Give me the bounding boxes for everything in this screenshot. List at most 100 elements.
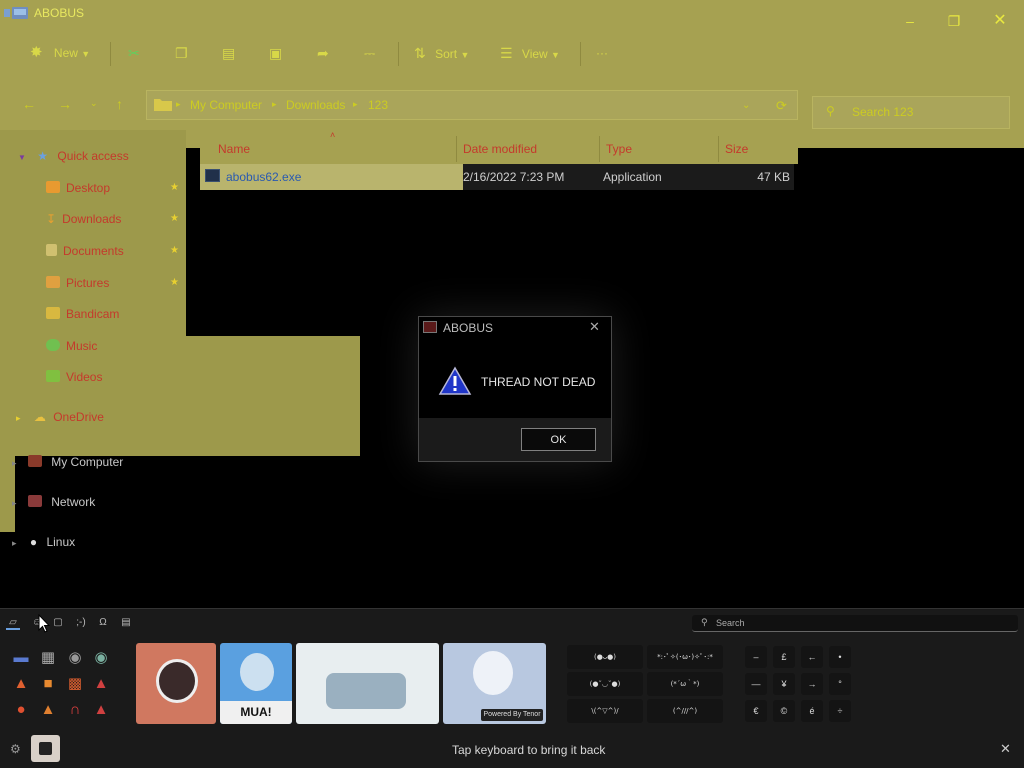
gif-thumbnail[interactable]: [136, 643, 216, 724]
nav-quick-access[interactable]: ▼ ★ Quick access: [18, 146, 129, 166]
emoji-item[interactable]: ◉: [90, 648, 112, 668]
rename-button[interactable]: ▣: [269, 42, 285, 64]
nav-network[interactable]: ▸ Network: [12, 492, 95, 512]
back-button[interactable]: ←: [22, 96, 36, 112]
nav-item-music[interactable]: Music: [46, 336, 97, 356]
symbol-item[interactable]: £: [773, 646, 795, 668]
symbol-item[interactable]: –: [745, 646, 767, 668]
emoji-item[interactable]: ■: [37, 674, 59, 694]
kaomoji-item[interactable]: *:･ﾟ✧(･ω･)✧ﾟ･:*: [647, 645, 723, 669]
nav-item-pictures[interactable]: Pictures ★: [46, 273, 186, 293]
symbol-item[interactable]: ©: [773, 700, 795, 722]
breadcrumb-downloads[interactable]: Downloads: [286, 98, 345, 112]
nav-my-computer[interactable]: ▸ My Computer: [12, 452, 123, 472]
column-divider[interactable]: [456, 136, 457, 162]
recent-locations-button[interactable]: ⌄: [90, 98, 98, 109]
delete-button[interactable]: ⎓: [364, 42, 380, 64]
house-emoji-icon: ▲: [40, 701, 56, 718]
nav-item-videos[interactable]: Videos: [46, 367, 102, 387]
symbol-item[interactable]: ¥: [773, 673, 795, 695]
gif-thumbnail[interactable]: MUA!: [220, 643, 292, 724]
clipboard-tab[interactable]: ▤: [119, 616, 133, 630]
nav-item-downloads[interactable]: ↧ Downloads ★: [46, 209, 186, 229]
column-date-modified[interactable]: Date modified: [463, 142, 537, 156]
gif-thumbnail[interactable]: [296, 643, 439, 724]
emoji-search-input[interactable]: Search: [716, 618, 745, 628]
emoji-item[interactable]: ●: [10, 700, 32, 720]
chevron-down-icon: ▼: [81, 49, 91, 59]
restore-button[interactable]: ❐: [947, 14, 961, 28]
forward-button[interactable]: →: [58, 96, 72, 112]
symbol-item[interactable]: —: [745, 673, 767, 695]
symbol-item[interactable]: →: [801, 673, 823, 695]
gif-thumbnail[interactable]: Powered By Tenor: [443, 643, 546, 724]
column-name[interactable]: Name: [218, 142, 250, 156]
emoji-item[interactable]: ∩: [64, 700, 86, 720]
column-size[interactable]: Size: [725, 142, 748, 156]
more-button[interactable]: ···: [596, 42, 616, 64]
symbol-item[interactable]: ÷: [829, 700, 851, 722]
file-size: 47 KB: [757, 170, 790, 184]
emoji-item[interactable]: ▲: [10, 674, 32, 694]
nav-item-bandicam[interactable]: Bandicam: [46, 304, 119, 324]
view-button[interactable]: ☰ View ▼: [500, 42, 566, 64]
dialog-close-button[interactable]: ✕: [589, 319, 600, 335]
ok-button[interactable]: OK: [521, 428, 596, 451]
symbol-item[interactable]: •: [829, 646, 851, 668]
breadcrumb-123[interactable]: 123: [368, 98, 388, 112]
cut-button[interactable]: ✂: [128, 42, 144, 64]
emoji-item[interactable]: ▬: [10, 648, 32, 668]
recent-tab[interactable]: ▱: [6, 616, 20, 630]
sort-button[interactable]: ⇅ Sort ▼: [414, 42, 476, 64]
nav-onedrive[interactable]: ▸ ☁ OneDrive: [16, 407, 104, 427]
emoji-item[interactable]: ▩: [64, 674, 86, 694]
clipboard-icon: ▤: [121, 617, 131, 628]
symbol-item[interactable]: ←: [801, 646, 823, 668]
symbol-item[interactable]: é: [801, 700, 823, 722]
emoji-item[interactable]: ▲: [37, 700, 59, 720]
flag-emoji-icon: ▬: [13, 649, 29, 666]
search-input[interactable]: Search 123: [852, 105, 913, 119]
kaomoji-item[interactable]: (●ᴗ●): [567, 645, 643, 669]
new-button[interactable]: ✸ New ▼: [30, 42, 94, 64]
column-divider[interactable]: [599, 136, 600, 162]
column-type[interactable]: Type: [606, 142, 632, 156]
scissors-icon: ✂: [128, 45, 140, 61]
share-button[interactable]: ➦: [317, 42, 333, 64]
pin-icon: ★: [170, 245, 179, 256]
paste-button[interactable]: ▤: [222, 42, 238, 64]
emoji-item[interactable]: ▲: [90, 674, 112, 694]
network-icon: [27, 495, 42, 507]
music-icon: [46, 339, 60, 351]
gif-tab[interactable]: ▢: [51, 616, 65, 630]
nav-item-desktop[interactable]: Desktop ★: [46, 178, 186, 198]
emoji-item[interactable]: ▦: [37, 648, 59, 668]
kaomoji-item[interactable]: (●˘◡˘●): [567, 672, 643, 696]
kaomoji-item[interactable]: (*´ω｀*): [647, 672, 723, 696]
symbol-item[interactable]: €: [745, 700, 767, 722]
copy-button[interactable]: ❐: [175, 42, 191, 64]
settings-button[interactable]: ⚙: [10, 742, 21, 756]
breadcrumb-my-computer[interactable]: My Computer: [190, 98, 262, 112]
close-button[interactable]: ✕: [993, 13, 1007, 29]
keyboard-button[interactable]: [31, 735, 60, 762]
emoji-item[interactable]: ◉: [64, 648, 86, 668]
kaomoji-item[interactable]: \(^▽^)/: [567, 699, 643, 723]
nav-linux[interactable]: ▸ ● Linux: [12, 532, 75, 552]
minimize-button[interactable]: –: [903, 14, 917, 28]
panel-close-button[interactable]: ✕: [1000, 741, 1011, 757]
symbol-item[interactable]: °: [829, 673, 851, 695]
kaomoji-item[interactable]: (^///^): [647, 699, 723, 723]
refresh-button[interactable]: ⟳: [776, 98, 787, 114]
address-history-button[interactable]: ⌄: [742, 100, 750, 111]
view-icon: ☰: [500, 45, 513, 61]
alien-emoji-icon: ◉: [94, 649, 108, 666]
person-figure: [473, 651, 513, 695]
up-button[interactable]: ↑: [116, 96, 123, 112]
kaomoji-tab[interactable]: ;-): [74, 616, 88, 630]
symbols-tab[interactable]: Ω: [96, 616, 110, 630]
column-divider[interactable]: [718, 136, 719, 162]
download-icon: ↧: [46, 212, 57, 226]
nav-item-documents[interactable]: Documents ★: [46, 241, 186, 261]
emoji-item[interactable]: ▲: [90, 700, 112, 720]
